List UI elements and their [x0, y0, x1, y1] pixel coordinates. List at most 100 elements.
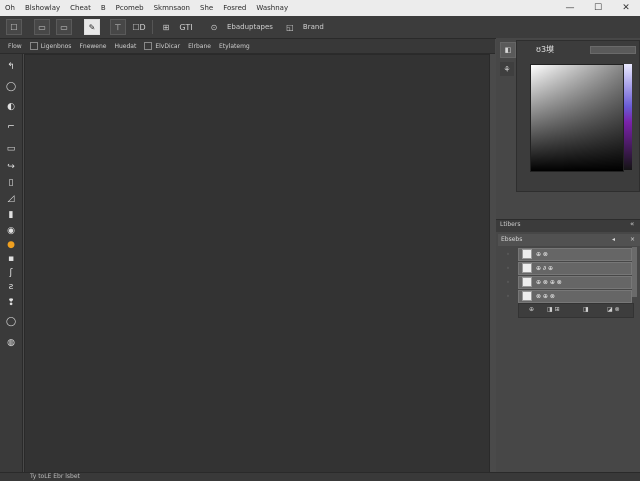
layer-thumbnail	[522, 263, 532, 273]
menu-bar: Oh Blshowlay Cheat B Pcomeb Skmnsaon She…	[0, 0, 640, 16]
menu-item-fosred[interactable]: Fosred	[218, 0, 251, 16]
menu-item-cheat[interactable]: Cheat	[65, 0, 96, 16]
option-huedat[interactable]: Huedat	[114, 43, 136, 50]
option-shape-a[interactable]: ▭	[34, 19, 50, 35]
visibility-eye-icon[interactable]: ◦	[498, 293, 518, 300]
layer-name: ⊕ ⊗	[536, 250, 548, 258]
layer-body[interactable]: ⊕ ⊗	[518, 247, 632, 261]
healing-tool-icon[interactable]: ↪	[4, 160, 18, 174]
menu-item-b[interactable]: B	[96, 0, 111, 16]
active-tool-button[interactable]: ✎	[84, 19, 100, 35]
collapse-icon[interactable]: «	[630, 220, 634, 228]
hue-slider[interactable]	[624, 64, 632, 170]
layers-footer: ⊕ ◨ ⊞ ◨ ◪ ⊗	[518, 303, 634, 318]
option-etylatemg-label: Etylatemg	[218, 42, 250, 50]
menu-item-washnay[interactable]: Washnay	[251, 0, 293, 16]
layer-row[interactable]: ◦ ⊕ ⊗	[498, 247, 632, 261]
brush-tool-icon[interactable]: ▯	[4, 176, 18, 190]
option-transform[interactable]: ⊤	[110, 19, 126, 35]
option-etylatemg[interactable]: Etylatemg	[219, 43, 250, 50]
menu-item-display[interactable]: Blshowlay	[20, 0, 65, 16]
layer-body[interactable]: ⊕ ∂ ⊕	[518, 261, 632, 275]
option-fnewene[interactable]: Fnewene	[79, 43, 106, 50]
eraser-tool-icon[interactable]: ▮	[4, 208, 18, 222]
option-shape-b[interactable]: ▭	[56, 19, 72, 35]
layer-row[interactable]: ◦ ⊗ ⊕ ⊗	[498, 289, 632, 303]
option-huedat-label: Huedat	[114, 42, 137, 50]
option-label-brand: Brand	[302, 23, 324, 31]
color-picker-field[interactable]	[530, 64, 624, 172]
layer-thumbnail	[522, 291, 532, 301]
color-panel-menu-bar[interactable]	[590, 46, 636, 54]
visibility-eye-icon[interactable]: ◦	[498, 265, 518, 272]
maximize-button[interactable]: ☐	[584, 0, 612, 16]
layers-scrollbar[interactable]	[632, 247, 637, 297]
option-ligen[interactable]: Ligenbnos	[29, 42, 72, 50]
option-flow-label: Flow	[8, 42, 22, 50]
layer-thumbnail	[522, 277, 532, 287]
add-mask-icon[interactable]: ◨	[583, 306, 589, 313]
lasso-tool-icon[interactable]: ◐	[4, 100, 18, 114]
visibility-eye-icon[interactable]: ◦	[498, 279, 518, 286]
separator	[152, 20, 153, 34]
visibility-eye-icon[interactable]: ◦	[498, 251, 518, 258]
layer-row[interactable]: ◦ ⊕ ∂ ⊕	[498, 261, 632, 275]
option-elrbane-label: Elrbane	[188, 42, 211, 50]
color-swatch-icon[interactable]: ●	[4, 238, 18, 252]
option-gti[interactable]: GTI	[179, 20, 193, 34]
option-label-shapes: Ebaduptapes	[227, 23, 273, 31]
option-tool-preset[interactable]: ☐	[6, 19, 22, 35]
close-button[interactable]: ✕	[612, 0, 640, 16]
layers-subheader: Ebsebs ◂ ×	[498, 234, 640, 246]
shape-tool-icon[interactable]: ❢	[4, 296, 18, 310]
layers-prev-icon[interactable]: ◂	[612, 236, 615, 243]
layers-filter-label[interactable]: Ebsebs	[501, 236, 522, 243]
path-tool-icon[interactable]: ʃ	[4, 266, 18, 280]
layer-name: ⊕ ∂ ⊕	[536, 264, 553, 272]
menu-item-she[interactable]: She	[195, 0, 218, 16]
layer-name: ⊕ ⊗ ⊕ ⊗	[536, 278, 562, 286]
swatch-panel-tab-icon[interactable]: ⚘	[500, 62, 514, 76]
layer-body[interactable]: ⊗ ⊕ ⊗	[518, 289, 632, 303]
layer-body[interactable]: ⊕ ⊗ ⊕ ⊗	[518, 275, 632, 289]
option-grid[interactable]: ⊞	[159, 20, 173, 34]
quick-mask-icon[interactable]: ◍	[4, 336, 18, 350]
option-ligen-label: Ligenbnos	[40, 42, 72, 50]
frame-tool-icon[interactable]: ▭	[4, 142, 18, 156]
option-flow[interactable]: Flow	[8, 43, 22, 50]
checkbox[interactable]	[29, 42, 38, 50]
text-tool-icon[interactable]: ƨ	[4, 280, 18, 294]
option-d[interactable]: ☐D	[132, 20, 146, 34]
layer-row[interactable]: ◦ ⊕ ⊗ ⊕ ⊗	[498, 275, 632, 289]
foreground-color-icon[interactable]: ◯	[4, 315, 18, 329]
layers-close-icon[interactable]: ×	[630, 236, 635, 243]
minimize-button[interactable]: —	[556, 0, 584, 16]
menu-item-pcomeb[interactable]: Pcomeb	[111, 0, 149, 16]
menu-item-app[interactable]: Oh	[0, 0, 20, 16]
layer-thumbnail	[522, 249, 532, 259]
layer-name: ⊗ ⊕ ⊗	[536, 292, 555, 300]
new-layer-icon[interactable]: ◪ ⊗	[607, 306, 620, 313]
menu-item-skmnsaon[interactable]: Skmnsaon	[149, 0, 195, 16]
option-brand[interactable]: ◱	[283, 20, 297, 34]
option-target[interactable]: ⊙	[207, 20, 221, 34]
move-tool-icon[interactable]: ↰	[4, 60, 18, 74]
checkbox[interactable]	[144, 42, 153, 50]
pen-tool-icon[interactable]: ◿	[4, 192, 18, 206]
color-panel-tab-icon[interactable]: ◧	[500, 42, 516, 58]
dodge-tool-icon[interactable]: ▪	[4, 252, 18, 266]
add-style-icon[interactable]: ◨ ⊞	[547, 306, 560, 313]
option-elrbane[interactable]: Elrbane	[188, 43, 211, 50]
secondary-options-bar: Flow Ligenbnos Fnewene Huedat ElvDicar E…	[0, 39, 495, 54]
option-elvdicar-label: ElvDicar	[155, 42, 181, 50]
crop-tool-icon[interactable]: ⌐	[4, 120, 18, 134]
options-bar: ☐ ▭ ▭ ✎ ⊤ ☐D ⊞ GTI ⊙ Ebaduptapes ◱ Brand	[0, 16, 640, 39]
target-tool-icon[interactable]: ◉	[4, 224, 18, 238]
link-layers-icon[interactable]: ⊕	[529, 306, 534, 313]
color-panel-title: ʊ3塻	[536, 45, 555, 54]
document-canvas[interactable]	[24, 54, 490, 474]
marquee-tool-icon[interactable]: ◯	[4, 80, 18, 94]
option-fnewene-label: Fnewene	[79, 42, 107, 50]
option-elvdicar[interactable]: ElvDicar	[144, 42, 180, 50]
layers-panel-title: Ltibers	[500, 221, 521, 228]
